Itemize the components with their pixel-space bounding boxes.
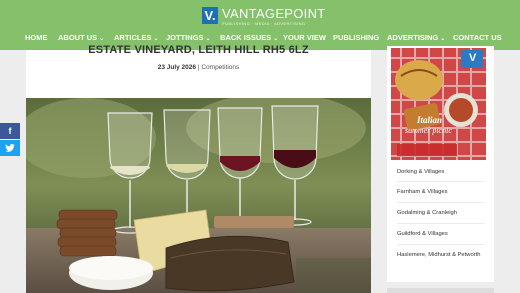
nav-label: PUBLISHING: [333, 33, 380, 42]
chevron-down-icon: ⌄: [273, 36, 279, 42]
nav-item-your-view[interactable]: YOUR VIEW: [283, 31, 326, 45]
social-share: f: [0, 123, 20, 156]
sidebar: V Italian summer picnic Dorking & Villag…: [387, 46, 494, 282]
nav-item-publishing[interactable]: PUBLISHING: [333, 31, 379, 45]
nav-item-advertising[interactable]: ADVERTISING ⌄: [387, 31, 445, 46]
list-item[interactable]: Dorking & Villages: [397, 162, 485, 182]
chevron-down-icon: ⌄: [99, 36, 105, 42]
nav-label: HOME: [25, 33, 48, 42]
nav-label: ARTICLES: [114, 33, 152, 42]
list-item[interactable]: Guildford & Villages: [397, 224, 485, 245]
facebook-share-button[interactable]: f: [0, 123, 20, 139]
facebook-icon: f: [8, 126, 12, 136]
twitter-icon: [5, 144, 15, 152]
nav-label: YOUR VIEW: [283, 33, 326, 42]
meta-separator: |: [197, 64, 200, 71]
magazine-cover-art: [391, 48, 486, 160]
logo-tagline: PUBLISHING · MEDIA · ADVERTISING: [222, 21, 306, 26]
twitter-share-button[interactable]: [0, 140, 20, 156]
site-header: V. VANTAGEPOINT PUBLISHING · MEDIA · ADV…: [0, 0, 520, 50]
cover-headline-line2: summer picnic: [405, 126, 452, 135]
post-meta: 23 July 2026 | Competitions: [26, 64, 371, 71]
chevron-down-icon: ⌄: [205, 36, 211, 42]
cover-badge: V: [469, 52, 477, 64]
cover-headline-line1: Italian: [417, 115, 443, 125]
site-logo[interactable]: V. VANTAGEPOINT PUBLISHING · MEDIA · ADV…: [202, 7, 326, 27]
issue-list: Dorking & Villages Farnham & Villages Go…: [397, 162, 485, 273]
nav-item-home[interactable]: HOME: [25, 31, 48, 45]
list-item[interactable]: Farnham & Villages: [397, 182, 485, 203]
featured-image: [26, 98, 371, 293]
post-date: 23 July 2026: [157, 64, 197, 71]
article-card: ESTATE VINEYARD, LEITH HILL RH5 6LZ 23 J…: [26, 44, 371, 293]
logo-text: VANTAGEPOINT PUBLISHING · MEDIA · ADVERT…: [222, 7, 326, 26]
chevron-down-icon: ⌄: [440, 36, 446, 42]
list-item[interactable]: Haslemere, Midhurst & Petworth: [397, 245, 485, 273]
list-item[interactable]: Godalming & Cranleigh: [397, 203, 485, 224]
logo-mark: V.: [202, 7, 218, 24]
sidebar-next-widget: [387, 288, 494, 293]
featured-image-art: [26, 98, 371, 293]
nav-label: ABOUT US: [58, 33, 98, 42]
page-title: ESTATE VINEYARD, LEITH HILL RH5 6LZ: [88, 44, 309, 56]
chevron-down-icon: ⌄: [153, 36, 159, 42]
nav-label: BACK ISSUES: [220, 33, 272, 42]
main-nav: HOME ABOUT US ⌄ ARTICLES ⌄ JOTTINGS ⌄ BACK …: [0, 31, 520, 45]
magazine-cover[interactable]: V Italian summer picnic: [391, 48, 486, 160]
nav-label: CONTACT US: [453, 33, 502, 42]
logo-name: VANTAGEPOINT: [222, 6, 326, 21]
nav-label: ADVERTISING: [387, 33, 439, 42]
nav-item-contact-us[interactable]: CONTACT US: [453, 31, 502, 45]
category-link[interactable]: Competitions: [201, 64, 239, 71]
nav-label: JOTTINGS: [166, 33, 204, 42]
